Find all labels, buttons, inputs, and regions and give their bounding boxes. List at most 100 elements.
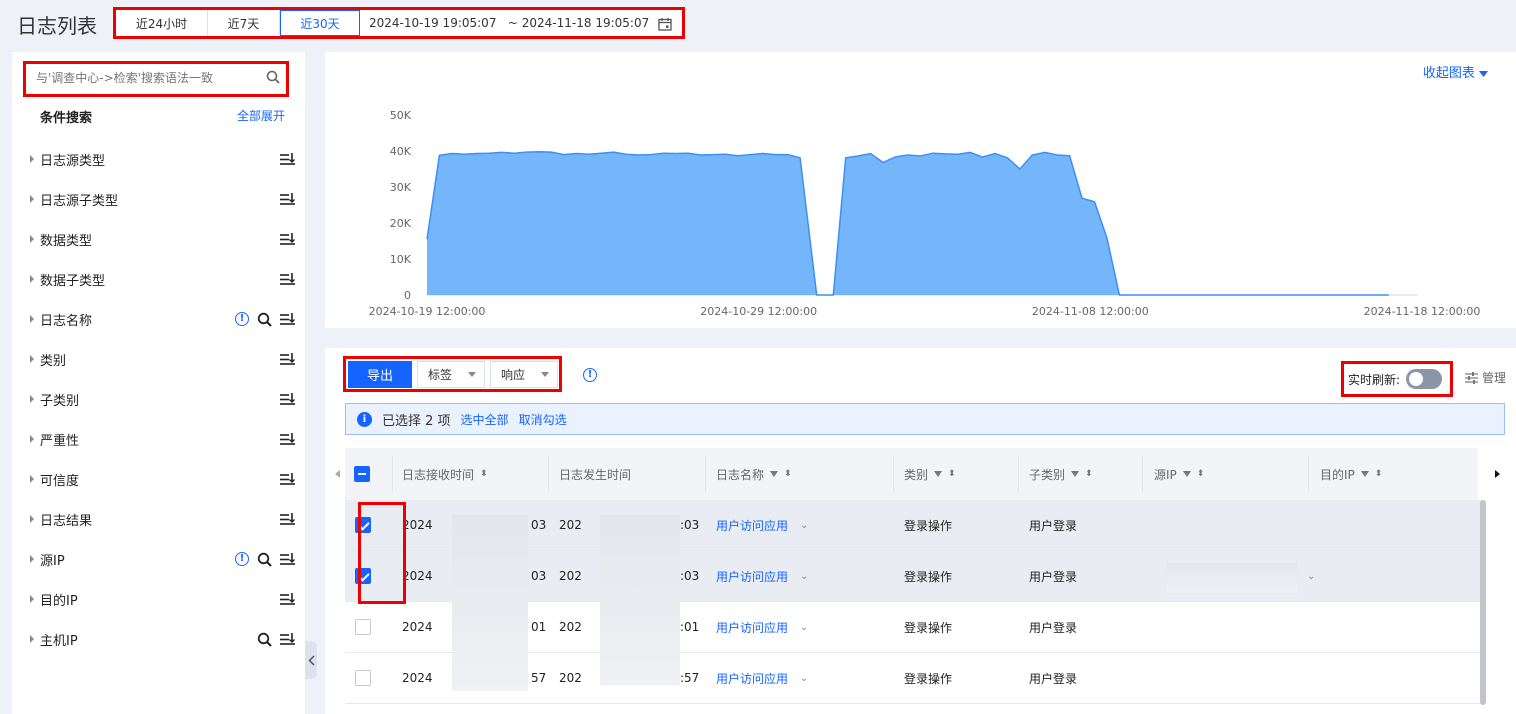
cancel-selection-link[interactable]: 取消勾选 [519,411,567,428]
sort-list-icon[interactable] [280,152,295,166]
filter-item[interactable]: 子类别 [30,387,295,411]
column-header-source-ip[interactable]: 源IP ⬍ [1154,448,1204,500]
search-icon[interactable] [266,70,280,88]
column-header-dest-ip[interactable]: 目的IP ⬍ [1320,448,1382,500]
y-tick-label: 0 [404,289,411,302]
filter-item[interactable]: 日志名称! [30,307,295,331]
filter-item[interactable]: 源IP! [30,547,295,571]
filter-icon[interactable] [934,471,943,477]
range-7d-button[interactable]: 近7天 [208,10,280,36]
sort-list-icon[interactable] [280,472,295,486]
sort-icon[interactable]: ⬍ [784,469,792,479]
realtime-refresh-toggle[interactable] [1406,369,1443,389]
filter-item[interactable]: 日志结果 [30,507,295,531]
sort-list-icon[interactable] [280,392,295,406]
search-icon[interactable] [257,552,272,567]
chevron-down-icon[interactable]: ⌄ [1307,551,1315,601]
sort-list-icon[interactable] [280,632,295,646]
chevron-down-icon[interactable]: ⌄ [800,571,808,582]
row-checkbox[interactable] [355,670,371,686]
condition-search-title: 条件搜索 [40,111,93,126]
action-toolbar: 导出 标签 响应 [343,356,562,392]
scroll-right-button[interactable] [1478,448,1516,500]
column-header-category[interactable]: 类别 ⬍ [904,448,956,500]
column-header-receive-time[interactable]: 日志接收时间 ⬍ [402,448,488,500]
search-icon[interactable] [257,312,272,327]
log-name-link[interactable]: 用户访问应用 ⌄ [716,551,808,601]
filter-item[interactable]: 数据类型 [30,227,295,251]
collapse-sidebar-button[interactable] [305,641,317,679]
filter-item[interactable]: 严重性 [30,427,295,451]
chevron-down-icon [541,371,550,377]
chevron-down-icon[interactable]: ⌄ [800,622,808,633]
filter-item[interactable]: 可信度 [30,467,295,491]
filter-item[interactable]: 数据子类型 [30,267,295,291]
calendar-icon[interactable] [658,17,672,34]
sort-list-icon[interactable] [280,552,295,566]
range-24h-button[interactable]: 近24小时 [116,10,208,36]
sort-list-icon[interactable] [280,232,295,246]
select-all-link[interactable]: 选中全部 [461,411,509,428]
info-icon[interactable]: ! [235,312,249,326]
sort-icon[interactable]: ⬍ [480,469,488,479]
sort-icon[interactable]: ⬍ [1085,469,1093,479]
sort-icon[interactable]: ⬍ [948,469,956,479]
log-name-link[interactable]: 用户访问应用 ⌄ [716,602,808,652]
filter-item-actions [280,352,295,366]
filter-item[interactable]: 目的IP [30,587,295,611]
filter-icon[interactable] [1360,471,1369,477]
select-all-checkbox[interactable] [354,466,370,482]
sort-list-icon[interactable] [280,592,295,606]
search-icon[interactable] [257,632,272,647]
sort-list-icon[interactable] [280,352,295,366]
expand-all-link[interactable]: 全部展开 [237,107,285,124]
response-dropdown[interactable]: 响应 [490,360,559,388]
sort-list-icon[interactable] [280,312,295,326]
filter-item[interactable]: 类别 [30,347,295,371]
filter-icon[interactable] [1071,471,1080,477]
chevron-down-icon[interactable]: ⌄ [800,520,808,531]
occur-time-prefix: 202 [559,671,582,685]
scroll-left-button[interactable] [330,448,345,500]
sort-icon[interactable]: ⬍ [1375,469,1383,479]
export-button[interactable]: 导出 [348,360,412,388]
search-box [23,61,289,97]
log-name-link[interactable]: 用户访问应用 ⌄ [716,500,808,550]
x-tick-label: 2024-10-29 12:00:00 [700,305,817,318]
row-checkbox[interactable] [355,619,371,635]
filter-item[interactable]: 日志源子类型 [30,187,295,211]
filter-icon[interactable] [770,471,779,477]
sort-list-icon[interactable] [280,192,295,206]
info-icon[interactable]: ! [235,552,249,566]
manage-columns-button[interactable]: 管理 [1465,369,1506,386]
filter-item-label: 类别 [40,353,67,369]
search-input[interactable] [36,64,256,92]
sort-icon[interactable]: ⬍ [1197,469,1205,479]
filter-item-label: 数据子类型 [40,273,106,289]
chevron-down-icon[interactable]: ⌄ [800,673,808,684]
caret-right-icon [30,235,34,243]
chart-panel: 收起图表 50K 40K 30K 20K 10K 0 2024-10-19 12:00:00… [325,52,1516,328]
tag-dropdown[interactable]: 标签 [417,360,486,388]
filter-item-actions [280,192,295,206]
sort-list-icon[interactable] [280,512,295,526]
column-header-label: 类别 [904,467,929,482]
vertical-scrollbar[interactable] [1480,500,1486,705]
filter-item-label: 目的IP [40,593,78,609]
column-header-log-name[interactable]: 日志名称 ⬍ [716,448,792,500]
log-name-link[interactable]: 用户访问应用 ⌄ [716,653,808,703]
tag-dropdown-label: 标签 [428,367,453,382]
info-icon[interactable]: ! [583,368,597,382]
filter-item-label: 日志结果 [40,513,93,529]
range-30d-button[interactable]: 近30天 [280,10,360,36]
column-header-label: 日志接收时间 [402,467,475,482]
filter-item[interactable]: 主机IP [30,627,295,651]
receive-time-prefix: 2024 [402,569,433,583]
column-header-subcategory[interactable]: 子类别 ⬍ [1029,448,1093,500]
sort-list-icon[interactable] [280,272,295,286]
sort-list-icon[interactable] [280,432,295,446]
date-range-picker[interactable]: 2024-10-19 19:05:07 ~ 2024-11-18 19:05:0… [360,10,682,36]
filter-icon[interactable] [1182,471,1191,477]
filter-item[interactable]: 日志源类型 [30,147,295,171]
column-header-occur-time[interactable]: 日志发生时间 [559,448,631,500]
